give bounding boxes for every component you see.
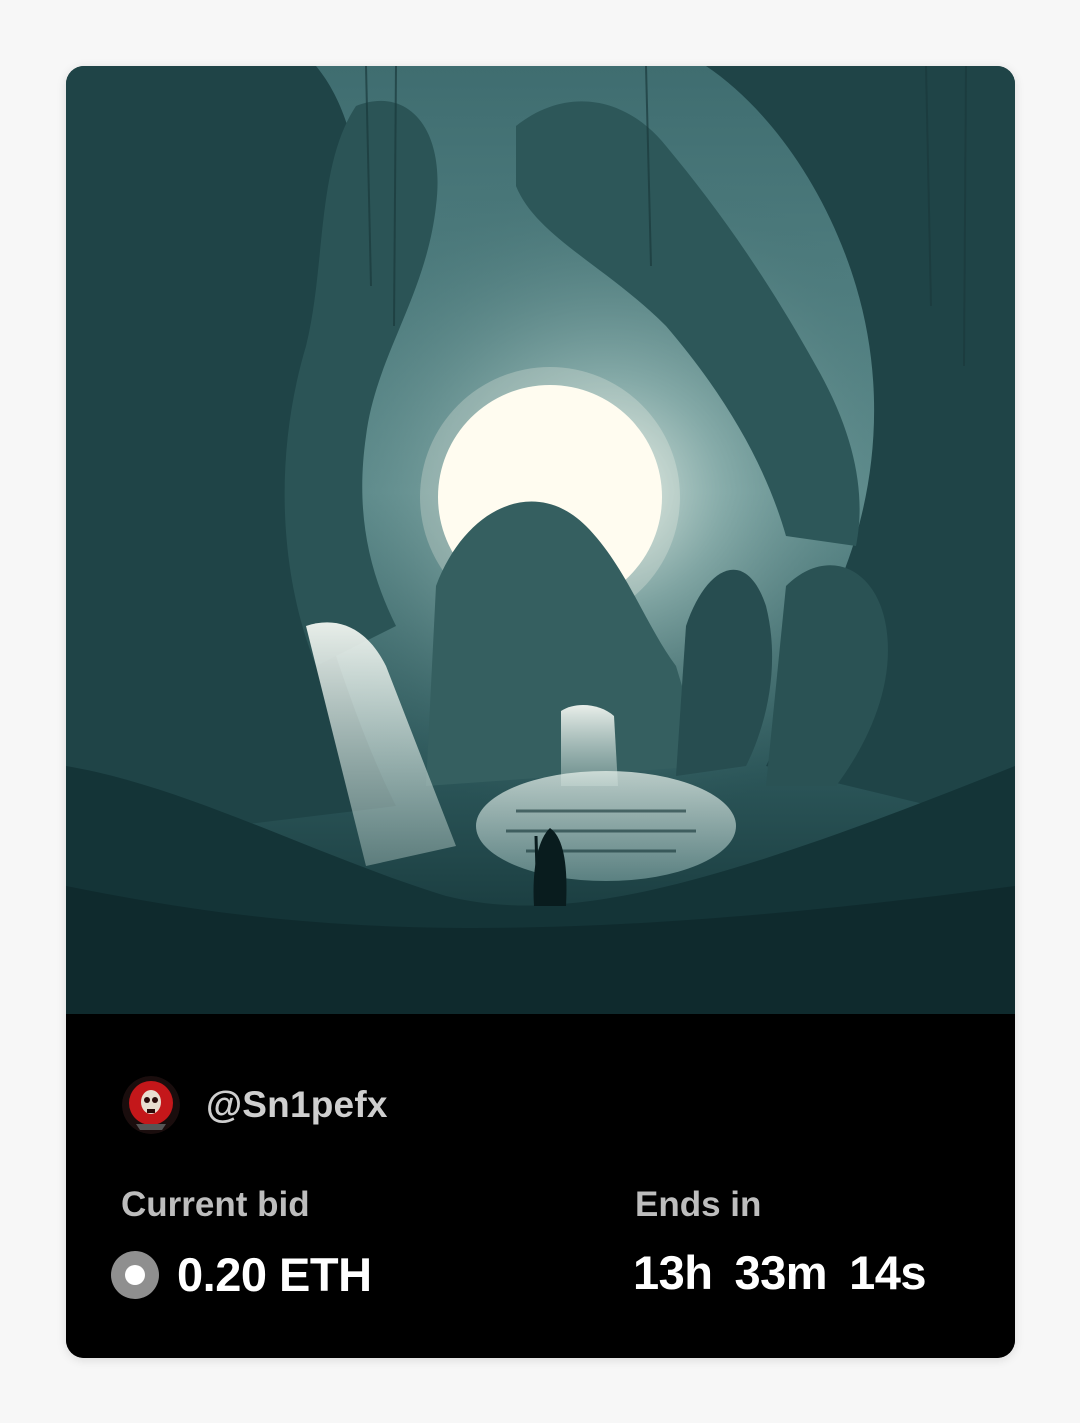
skull-avatar-icon: [122, 1076, 180, 1134]
creator-handle[interactable]: @Sn1pefx: [206, 1084, 388, 1126]
countdown-seconds: 14s: [849, 1246, 926, 1299]
nft-artwork-image[interactable]: [66, 66, 1015, 1014]
countdown-hours: 13h: [633, 1246, 713, 1299]
ends-in-label: Ends in: [635, 1185, 762, 1224]
current-bid-label: Current bid: [121, 1185, 310, 1224]
current-bid-value: 0.20 ETH: [177, 1248, 372, 1301]
countdown-minutes: 33m: [734, 1246, 828, 1299]
auction-info-panel: @Sn1pefx Current bid Ends in 0.20 ETH 13…: [66, 1014, 1015, 1358]
creator-link[interactable]: @Sn1pefx: [122, 1076, 388, 1134]
eth-coin-icon: [111, 1250, 159, 1299]
current-bid: 0.20 ETH: [111, 1247, 372, 1302]
auction-card[interactable]: @Sn1pefx Current bid Ends in 0.20 ETH 13…: [66, 66, 1015, 1358]
countdown-timer: 13h 33m 14s: [633, 1245, 948, 1300]
